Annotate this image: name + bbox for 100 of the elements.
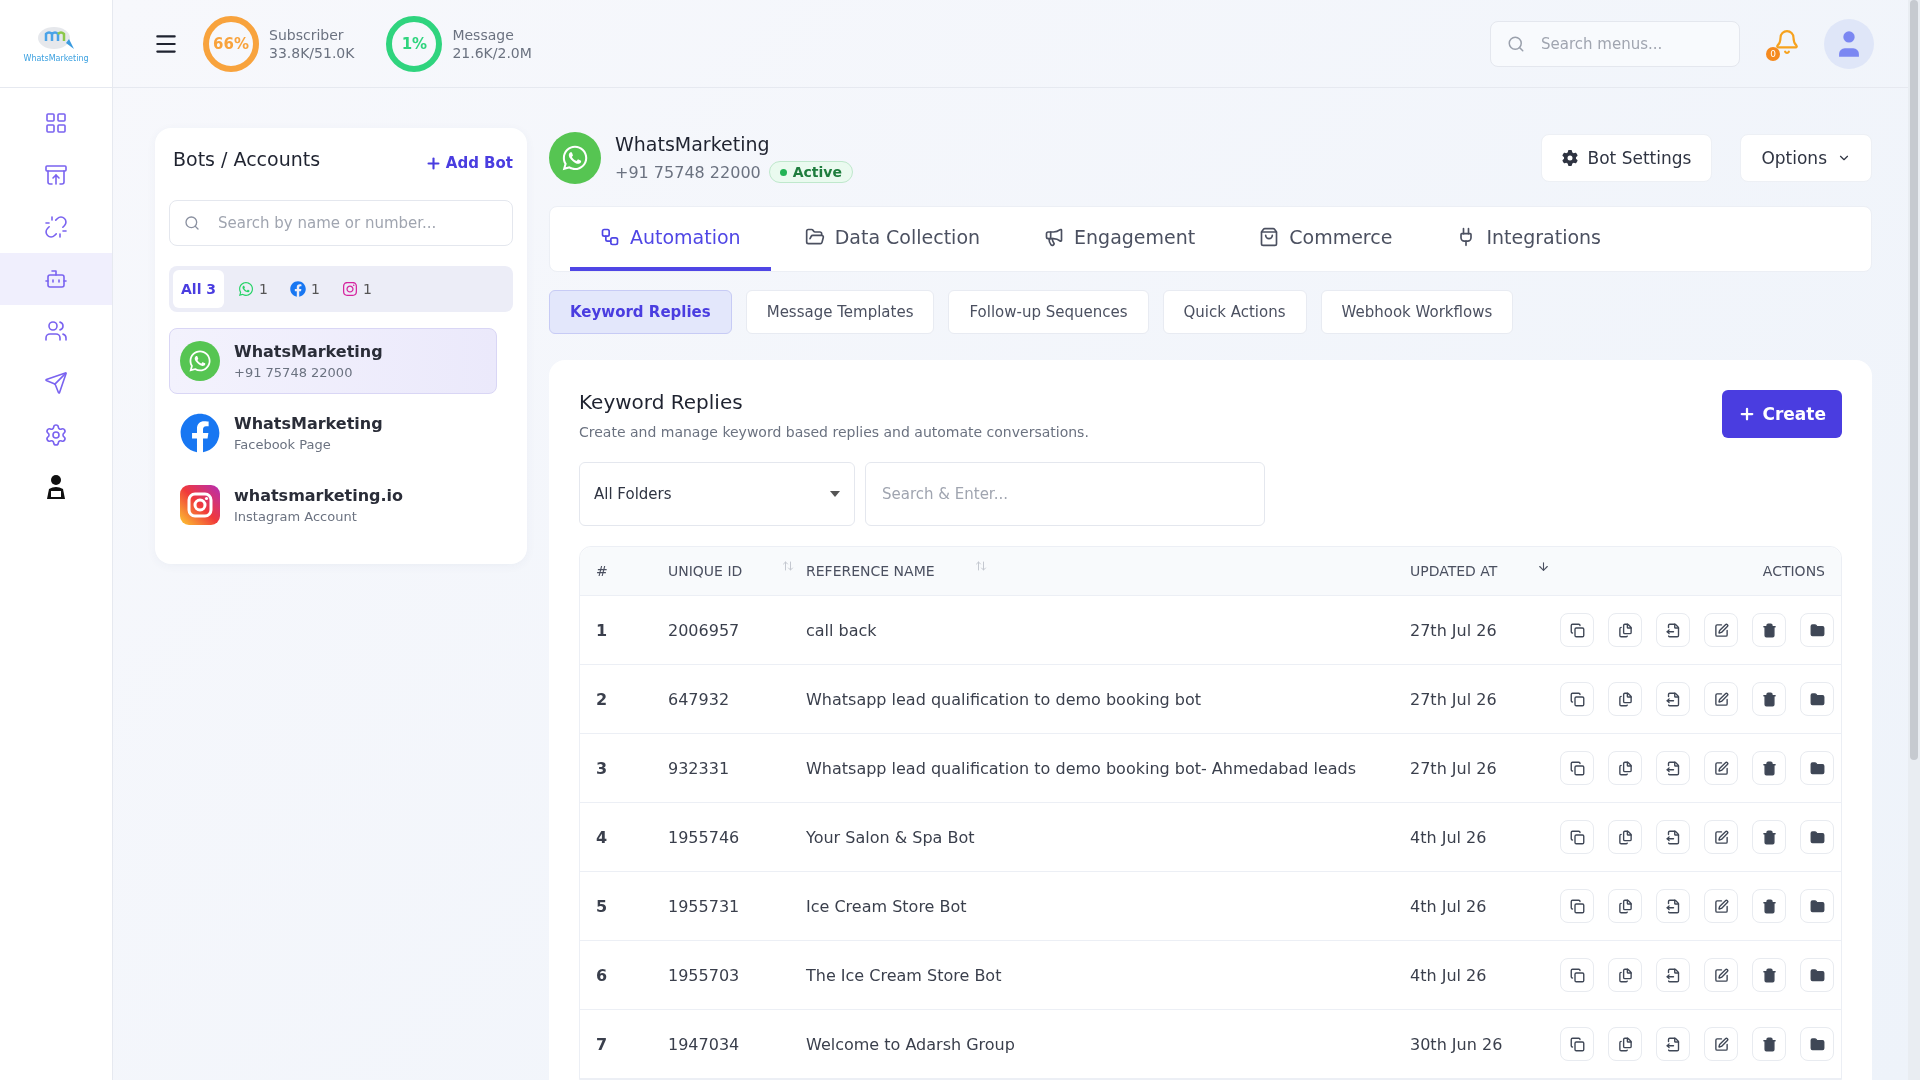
table-cell-text: 932331 xyxy=(668,758,731,778)
table-cell-text: 5 xyxy=(596,896,609,916)
search-input[interactable]: Search menus... xyxy=(1539,33,1737,54)
inbox-icon xyxy=(44,163,68,187)
add-bot-button[interactable]: Add Bot xyxy=(424,154,513,172)
sub-tab[interactable]: Quick Actions xyxy=(1162,290,1307,334)
copy-button[interactable] xyxy=(1560,613,1594,647)
edit-icon xyxy=(1713,898,1729,914)
file-export-button[interactable] xyxy=(1656,751,1690,785)
copy-button[interactable] xyxy=(1560,958,1594,992)
file-export-button[interactable] xyxy=(1656,613,1690,647)
trash-button[interactable] xyxy=(1752,820,1786,854)
copy-button[interactable] xyxy=(1560,751,1594,785)
folder-select[interactable]: All Folders xyxy=(579,462,855,526)
logo-text: WhatsMarketing xyxy=(23,53,89,63)
account-item[interactable]: WhatsMarketing +91 75748 22000 xyxy=(169,328,497,394)
tab[interactable]: Engagement xyxy=(1014,207,1226,271)
trash-button[interactable] xyxy=(1752,889,1786,923)
folder-button[interactable] xyxy=(1800,958,1834,992)
bot-settings-button[interactable]: Bot Settings xyxy=(1540,134,1713,182)
edit-icon xyxy=(1713,1036,1729,1052)
bot-phone: +91 75748 22000 xyxy=(615,162,761,182)
files-button[interactable] xyxy=(1608,1027,1642,1061)
search-field[interactable]: Search & Enter... xyxy=(865,462,1265,526)
file-export-button[interactable] xyxy=(1656,889,1690,923)
filter-tab[interactable]: All 3 xyxy=(173,270,225,308)
table-cell-text: 27th Jul 26 xyxy=(1410,758,1498,778)
files-button[interactable] xyxy=(1608,751,1642,785)
table-cell-text: 1947034 xyxy=(668,1034,741,1054)
table-cell-text: 4th Jul 26 xyxy=(1410,896,1488,916)
edit-button[interactable] xyxy=(1704,958,1738,992)
filter-tab[interactable]: 1 xyxy=(230,270,276,308)
files-button[interactable] xyxy=(1608,682,1642,716)
edit-button[interactable] xyxy=(1704,682,1738,716)
edit-button[interactable] xyxy=(1704,613,1738,647)
filter-tab[interactable]: 1 xyxy=(333,270,380,308)
account-item[interactable]: WhatsMarketing Facebook Page xyxy=(169,400,497,466)
create-button[interactable]: Create xyxy=(1722,390,1842,438)
table-cell-text: 4 xyxy=(596,827,609,847)
sub-tab[interactable]: Keyword Replies xyxy=(549,290,732,334)
column-header: ACTIONS xyxy=(1762,563,1825,579)
tab[interactable]: Data Collection xyxy=(774,207,1011,271)
file-export-button[interactable] xyxy=(1656,958,1690,992)
column-header: UPDATED AT xyxy=(1410,563,1498,579)
edit-icon xyxy=(1713,760,1729,776)
search-field[interactable]: Search menus... xyxy=(1490,20,1740,67)
file-export-button[interactable] xyxy=(1656,682,1690,716)
tab[interactable]: Automation xyxy=(570,207,771,271)
sub-tab[interactable]: Message Templates xyxy=(745,290,935,334)
files-button[interactable] xyxy=(1608,613,1642,647)
folder-button[interactable] xyxy=(1800,820,1834,854)
trash-button[interactable] xyxy=(1752,682,1786,716)
files-button[interactable] xyxy=(1608,820,1642,854)
search-input[interactable]: Search & Enter... xyxy=(880,484,1250,504)
trash-button[interactable] xyxy=(1752,613,1786,647)
edit-button[interactable] xyxy=(1704,751,1738,785)
file-export-button[interactable] xyxy=(1656,820,1690,854)
filter-tab[interactable]: 1 xyxy=(282,270,328,308)
progress-ring: 66% xyxy=(203,15,259,72)
trash-icon xyxy=(1761,691,1777,707)
folder-button[interactable] xyxy=(1800,1027,1834,1061)
trash-icon xyxy=(1761,1036,1777,1052)
trash-button[interactable] xyxy=(1752,958,1786,992)
options-button[interactable]: Options xyxy=(1740,134,1872,182)
tab[interactable]: Commerce xyxy=(1229,207,1423,271)
scrollbar[interactable] xyxy=(1908,0,1920,1080)
copy-button[interactable] xyxy=(1560,889,1594,923)
sub-tab[interactable]: Webhook Workflows xyxy=(1320,290,1514,334)
workflow-icon xyxy=(600,227,620,247)
file-export-icon xyxy=(1665,829,1681,845)
copy-icon xyxy=(1569,967,1585,983)
folder-button[interactable] xyxy=(1800,751,1834,785)
sub-tab[interactable]: Follow-up Sequences xyxy=(948,290,1149,334)
folder-button[interactable] xyxy=(1800,613,1834,647)
trash-button[interactable] xyxy=(1752,751,1786,785)
account-item[interactable]: whatsmarketing.io Instagram Account xyxy=(169,472,497,538)
file-export-icon xyxy=(1665,1036,1681,1052)
trash-button[interactable] xyxy=(1752,1027,1786,1061)
tab[interactable]: Integrations xyxy=(1426,207,1631,271)
copy-button[interactable] xyxy=(1560,682,1594,716)
search-field[interactable]: Search by name or number... xyxy=(169,200,513,246)
bot-name: WhatsMarketing xyxy=(615,133,771,155)
edit-button[interactable] xyxy=(1704,820,1738,854)
sort-down-icon[interactable] xyxy=(1537,559,1551,573)
trash-icon xyxy=(1761,760,1777,776)
copy-button[interactable] xyxy=(1560,820,1594,854)
gear-icon xyxy=(1561,150,1578,166)
folder-button[interactable] xyxy=(1800,682,1834,716)
search-input[interactable]: Search by name or number... xyxy=(216,213,498,233)
stat-label: Message xyxy=(452,25,515,44)
files-button[interactable] xyxy=(1608,889,1642,923)
folder-icon xyxy=(1809,760,1825,776)
copy-button[interactable] xyxy=(1560,1027,1594,1061)
edit-button[interactable] xyxy=(1704,1027,1738,1061)
file-export-button[interactable] xyxy=(1656,1027,1690,1061)
avatar[interactable] xyxy=(1824,18,1874,69)
folder-button[interactable] xyxy=(1800,889,1834,923)
files-button[interactable] xyxy=(1608,958,1642,992)
edit-button[interactable] xyxy=(1704,889,1738,923)
progress-ring: 1% xyxy=(386,15,443,72)
